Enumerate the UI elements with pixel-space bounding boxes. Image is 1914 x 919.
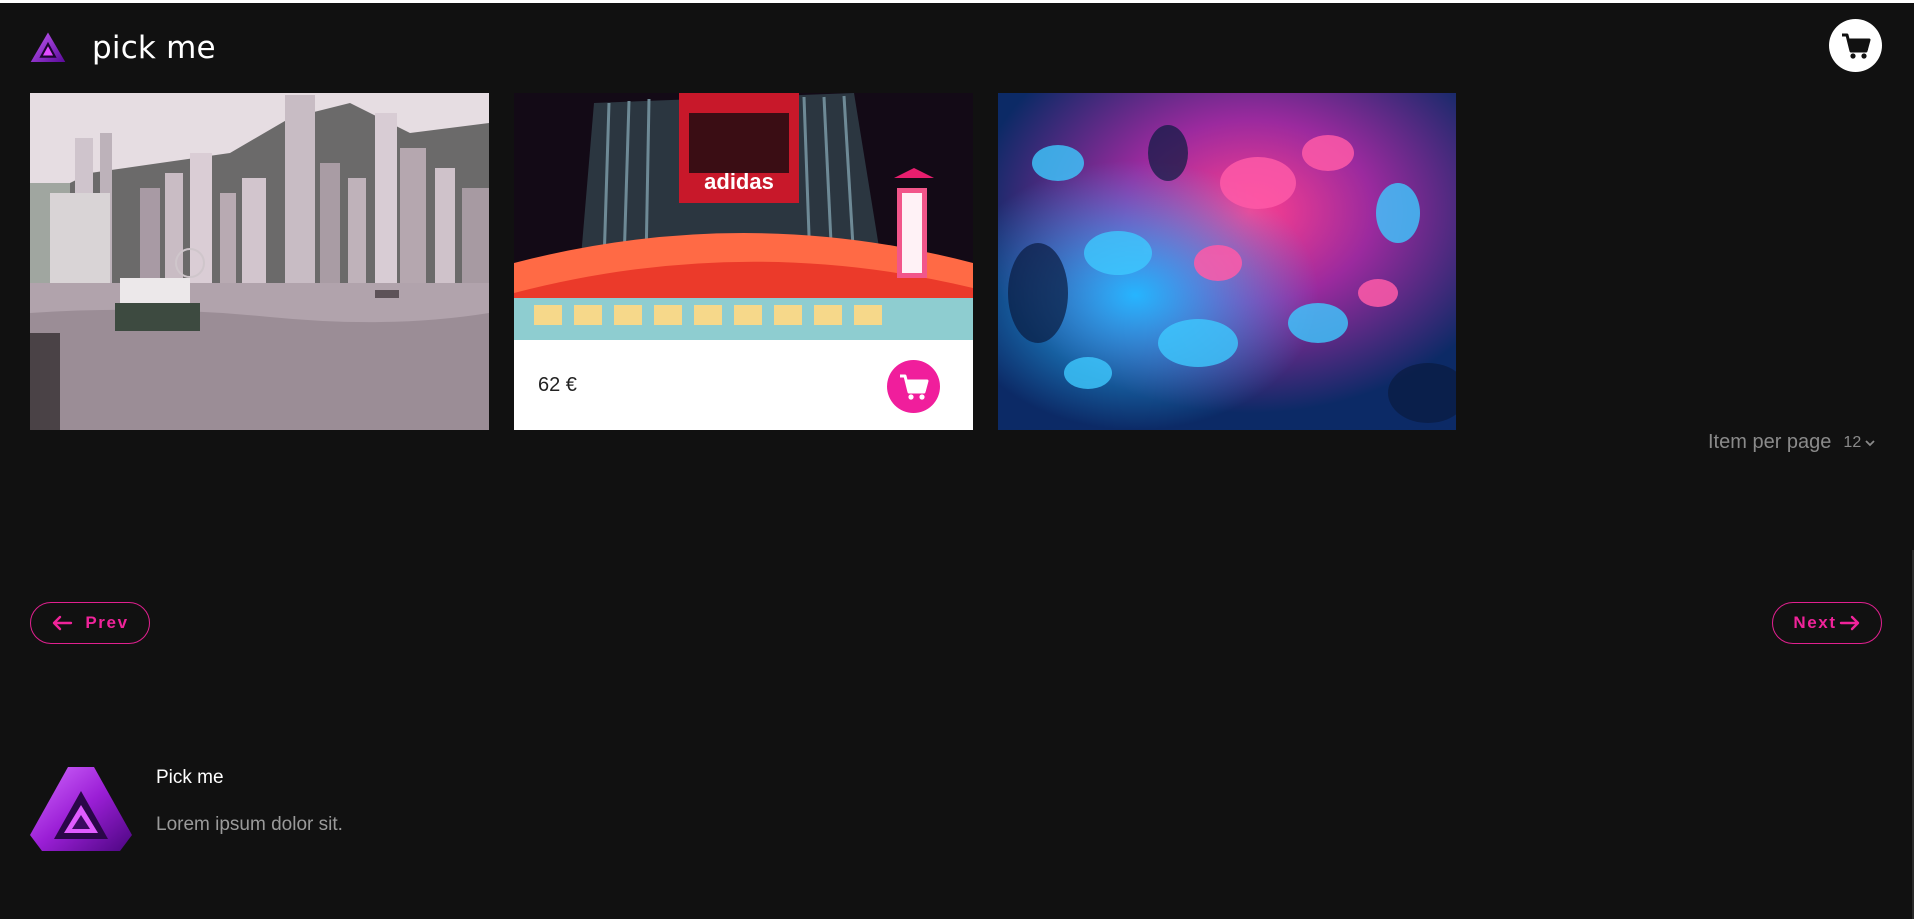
prev-button[interactable]: Prev bbox=[30, 602, 150, 644]
product-card[interactable] bbox=[998, 93, 1456, 430]
harbor-skyline-photo bbox=[30, 93, 489, 430]
price-bar: 62 € bbox=[514, 340, 973, 430]
footer-title: Pick me bbox=[156, 767, 224, 788]
blue-pink-water-photo bbox=[998, 93, 1456, 430]
arrow-right-icon bbox=[1839, 615, 1859, 631]
footer-logo-icon bbox=[30, 767, 132, 851]
footer-text: Lorem ipsum dolor sit. bbox=[156, 814, 343, 835]
per-page-select[interactable]: 12 bbox=[1843, 434, 1876, 452]
add-to-cart-button[interactable] bbox=[887, 360, 940, 413]
per-page-value: 12 bbox=[1843, 433, 1862, 451]
top-border bbox=[0, 0, 1914, 3]
product-card[interactable]: adidas 62 € bbox=[514, 93, 973, 430]
next-label: Next bbox=[1793, 613, 1837, 632]
site-header: pick me bbox=[30, 28, 216, 68]
cart-icon bbox=[1841, 33, 1870, 59]
prev-label: Prev bbox=[85, 613, 129, 632]
cart-icon bbox=[899, 374, 928, 400]
arrow-left-icon bbox=[53, 615, 73, 631]
per-page-label: Item per page bbox=[1708, 431, 1832, 453]
svg-text:adidas: adidas bbox=[704, 169, 774, 194]
chevron-down-icon bbox=[1865, 439, 1875, 446]
brand-name[interactable]: pick me bbox=[92, 30, 216, 66]
next-button[interactable]: Next bbox=[1772, 602, 1882, 644]
items-per-page: Item per page 12 bbox=[1708, 431, 1876, 454]
logo-icon[interactable] bbox=[30, 31, 66, 65]
product-price: 62 € bbox=[538, 374, 577, 396]
product-card[interactable] bbox=[30, 93, 489, 430]
header-cart-button[interactable] bbox=[1829, 19, 1882, 72]
neon-building-photo: adidas bbox=[514, 93, 973, 340]
